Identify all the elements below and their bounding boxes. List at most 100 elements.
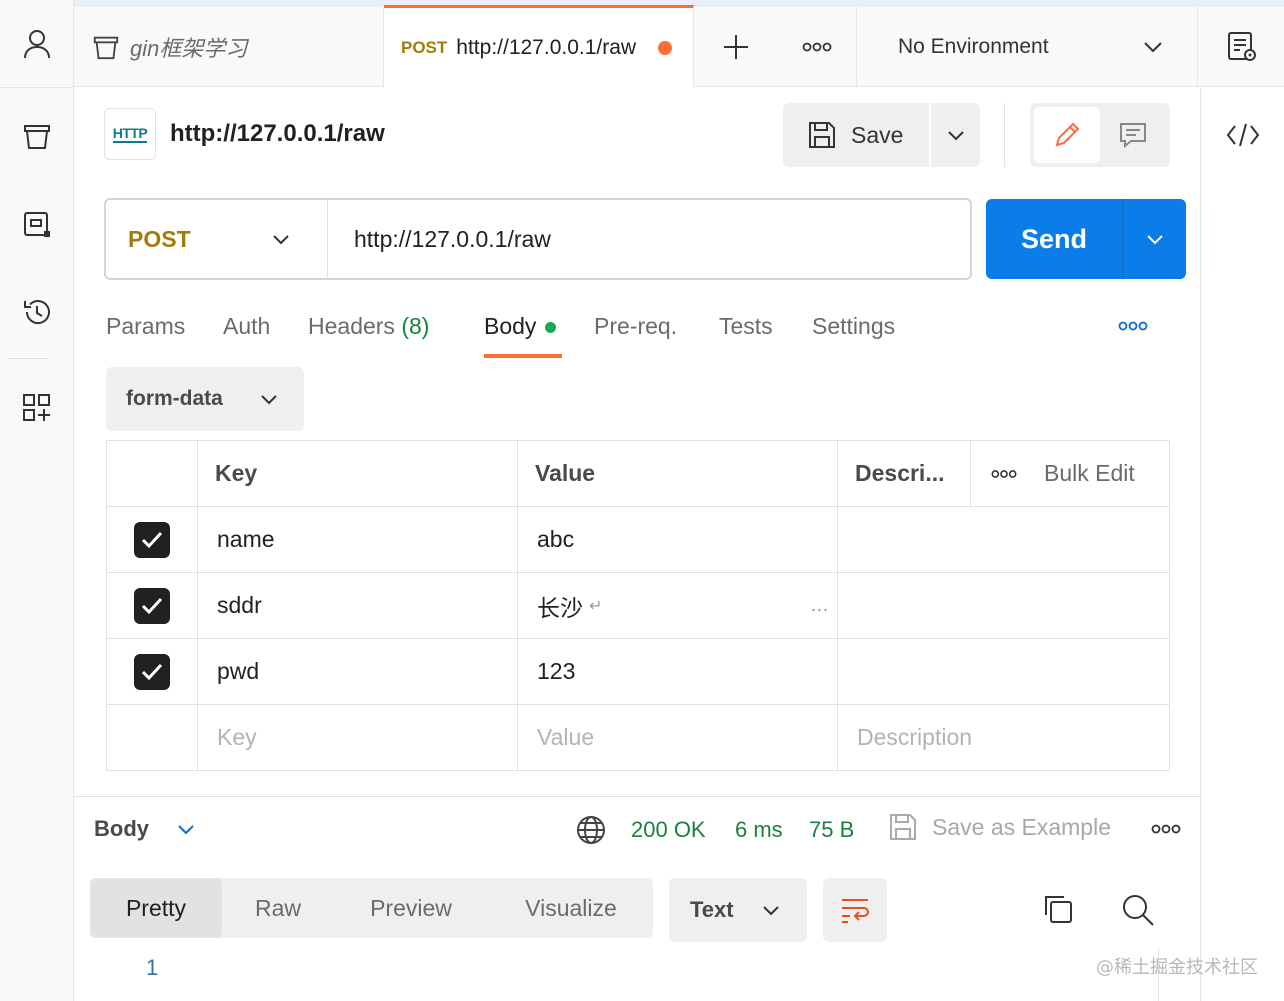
value-cell[interactable]: 长沙 ↵ ... — [518, 573, 838, 639]
collection-name: gin框架学习 — [130, 36, 248, 61]
account-button[interactable] — [0, 0, 74, 88]
response-time[interactable]: 6 ms — [735, 817, 783, 843]
more-icon — [1118, 321, 1148, 331]
send-options-button[interactable] — [1122, 199, 1186, 279]
sidebar-environments[interactable] — [0, 180, 74, 268]
bulk-edit-link[interactable]: Bulk Edit — [1044, 460, 1135, 487]
mode-toggle — [1030, 103, 1170, 167]
save-button[interactable]: Save — [783, 103, 929, 167]
description-cell[interactable] — [838, 507, 1170, 573]
table-row — [107, 507, 198, 573]
new-key-input[interactable]: Key — [198, 705, 518, 771]
send-button[interactable]: Send — [986, 199, 1122, 279]
newline-icon: ↵ — [589, 597, 603, 615]
tab-method: POST — [401, 37, 448, 57]
edit-mode-button[interactable] — [1034, 107, 1100, 163]
view-tab-visualize[interactable]: Visualize — [500, 878, 642, 938]
trash-icon — [24, 125, 50, 149]
column-header-key: Key — [198, 441, 518, 507]
response-section-toggle[interactable]: Body — [94, 816, 195, 842]
response-format-select[interactable]: Text — [669, 878, 807, 942]
row-checkbox[interactable] — [134, 653, 170, 690]
url-input[interactable]: http://127.0.0.1/raw — [354, 226, 551, 253]
environment-quicklook-button[interactable] — [1199, 7, 1284, 87]
chevron-down-icon — [261, 394, 277, 404]
history-icon — [24, 300, 50, 324]
comments-mode-button[interactable] — [1100, 107, 1166, 163]
save-options-button[interactable] — [931, 103, 980, 167]
chevron-down-icon — [1144, 42, 1162, 53]
environment-label: No Environment — [898, 35, 1049, 58]
environment-selector[interactable]: No Environment — [858, 7, 1198, 87]
comment-icon — [1120, 123, 1146, 149]
collection-tab[interactable]: gin框架学习 — [74, 7, 384, 87]
active-tab-underline — [484, 354, 562, 358]
tab-body[interactable]: Body — [484, 313, 557, 340]
tab-settings[interactable]: Settings — [812, 313, 895, 340]
tab-request-active[interactable]: POST http://127.0.0.1/raw — [384, 5, 694, 87]
value-cell[interactable]: 123 — [518, 639, 838, 705]
table-header-checkbox-col — [107, 441, 198, 507]
sidebar-history[interactable] — [0, 268, 74, 356]
tab-bar: gin框架学习 POST http://127.0.0.1/raw No Env… — [74, 5, 1284, 87]
description-cell[interactable] — [838, 573, 1170, 639]
url-bar: POST http://127.0.0.1/raw — [104, 198, 972, 280]
view-tab-raw[interactable]: Raw — [222, 878, 334, 938]
response-view-tabs: Pretty Raw Preview Visualize — [90, 878, 653, 938]
key-cell[interactable]: name — [198, 507, 518, 573]
column-header-value: Value — [518, 441, 838, 507]
value-cell[interactable]: abc — [518, 507, 838, 573]
more-icon[interactable] — [991, 469, 1017, 479]
new-description-input[interactable]: Description — [838, 705, 1170, 771]
checkmark-icon — [141, 597, 163, 614]
form-data-table: Key Value Descri... Bulk Edit name abc s… — [106, 440, 1170, 771]
user-icon — [24, 30, 50, 59]
tab-params[interactable]: Params — [106, 313, 185, 340]
new-tab-button[interactable] — [695, 7, 777, 87]
response-more-button[interactable] — [1151, 824, 1181, 834]
response-status[interactable]: 200 OK — [631, 817, 706, 843]
left-sidebar — [0, 0, 74, 1001]
key-cell[interactable]: sddr — [198, 573, 518, 639]
body-indicator-dot — [545, 322, 557, 334]
row-checkbox[interactable] — [134, 521, 170, 558]
key-cell[interactable]: pwd — [198, 639, 518, 705]
request-title[interactable]: http://127.0.0.1/raw — [170, 120, 385, 148]
line-number: 1 — [146, 955, 159, 980]
tab-headers[interactable]: Headers (8) — [308, 313, 429, 340]
view-tab-preview[interactable]: Preview — [346, 878, 476, 938]
network-info-button[interactable] — [576, 815, 606, 845]
tab-tests[interactable]: Tests — [719, 313, 773, 340]
sidebar-apps[interactable] — [0, 364, 74, 452]
copy-icon — [1045, 896, 1072, 923]
environment-icon — [24, 212, 50, 237]
tab-pre-request[interactable]: Pre-req. — [594, 313, 677, 340]
checkmark-icon — [141, 663, 163, 680]
more-icon — [1151, 824, 1181, 834]
chevron-down-icon — [763, 905, 779, 915]
chevron-down-icon — [178, 824, 194, 834]
trash-icon — [93, 36, 119, 60]
save-as-example-button[interactable]: Save as Example — [888, 812, 1111, 842]
description-cell[interactable] — [838, 639, 1170, 705]
view-tab-pretty[interactable]: Pretty — [90, 878, 222, 938]
tabs-more-button[interactable] — [777, 7, 857, 87]
tab-auth[interactable]: Auth — [223, 313, 270, 340]
wrap-lines-button[interactable] — [823, 878, 887, 942]
tab-url: http://127.0.0.1/raw — [456, 35, 637, 59]
request-tabs-more-button[interactable] — [1118, 321, 1148, 331]
save-icon — [809, 122, 835, 148]
response-size[interactable]: 75 B — [809, 817, 854, 843]
column-header-description: Descri... — [838, 441, 971, 507]
copy-response-button[interactable] — [1042, 893, 1074, 925]
body-mode-select[interactable]: form-data — [106, 367, 304, 431]
new-value-input[interactable]: Value — [518, 705, 838, 771]
row-checkbox[interactable] — [134, 587, 170, 624]
code-snippet-button[interactable] — [1201, 107, 1284, 163]
method-select[interactable]: POST — [106, 200, 328, 278]
search-icon — [1123, 895, 1154, 926]
sidebar-collections[interactable] — [0, 92, 74, 180]
search-response-button[interactable] — [1121, 893, 1155, 927]
value-expand-button[interactable]: ... — [811, 595, 829, 616]
wrap-lines-icon — [842, 899, 869, 923]
